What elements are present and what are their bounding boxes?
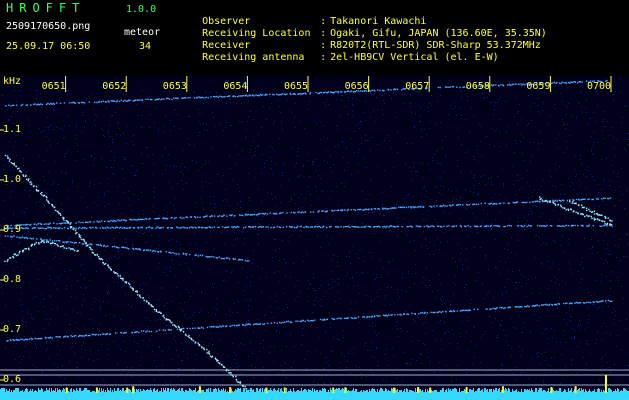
- meteor-bar: [344, 387, 347, 393]
- meteor-bar: [550, 387, 553, 393]
- meteor-bar: [604, 375, 607, 393]
- app-version: 1.0.0: [126, 4, 157, 15]
- meteor-bar: [392, 387, 395, 393]
- image-filename: 2509170650.png: [6, 21, 91, 32]
- info-key: Receiving antenna: [202, 52, 305, 63]
- spectrogram: [0, 76, 629, 400]
- info-sep: :: [320, 52, 327, 63]
- meteor-bar: [465, 387, 468, 393]
- meteor-bar: [283, 387, 286, 393]
- x-tick-label: 0656: [344, 81, 369, 92]
- header-panel: HROFFT 1.0.0 2509170650.png meteor 25.09…: [0, 0, 629, 76]
- x-tick-label: 0653: [162, 81, 187, 92]
- meteor-bar: [65, 387, 68, 393]
- y-tick-label: 0.6: [3, 374, 22, 385]
- y-tick-label: 0.9: [3, 224, 22, 235]
- capture-datetime: 25.09.17 06:50: [6, 41, 91, 52]
- meteor-bar: [132, 386, 135, 393]
- x-tick-label: 0700: [587, 81, 612, 92]
- meteor-bar: [429, 387, 432, 393]
- meteor-bar: [265, 387, 268, 393]
- y-tick-label: 0.8: [3, 274, 22, 285]
- x-tick-label: 0652: [102, 81, 127, 92]
- meteor-bar: [229, 387, 232, 393]
- meteor-count: 34: [139, 41, 152, 52]
- x-tick-label: 0658: [465, 81, 490, 92]
- y-tick-label: 1.0: [3, 174, 22, 185]
- x-tick-label: 0651: [41, 81, 66, 92]
- meteor-bar: [501, 386, 504, 393]
- meteor-label: meteor: [124, 27, 161, 38]
- y-axis-unit: kHz: [3, 76, 22, 87]
- meteor-bar: [332, 387, 335, 393]
- info-row-antenna: Receiving antenna:2el-HB9CV Vertical (el…: [178, 41, 499, 74]
- meteor-bar: [574, 386, 577, 393]
- x-tick-label: 0657: [405, 81, 430, 92]
- echo-baseline: [0, 393, 629, 400]
- y-tick-label: 1.1: [3, 124, 22, 135]
- x-tick-label: 0659: [526, 81, 551, 92]
- meteor-bar: [417, 387, 420, 393]
- meteor-bar: [95, 387, 98, 393]
- x-tick-label: 0655: [284, 81, 309, 92]
- meteor-bar: [198, 386, 201, 393]
- spectrogram-background: [0, 76, 629, 400]
- app-brand: HROFFT: [6, 1, 86, 15]
- meteor-bar: [126, 387, 129, 393]
- info-value: 2el-HB9CV Vertical (el. E-W): [330, 52, 499, 63]
- x-tick-label: 0654: [223, 81, 248, 92]
- y-tick-label: 0.7: [3, 324, 22, 335]
